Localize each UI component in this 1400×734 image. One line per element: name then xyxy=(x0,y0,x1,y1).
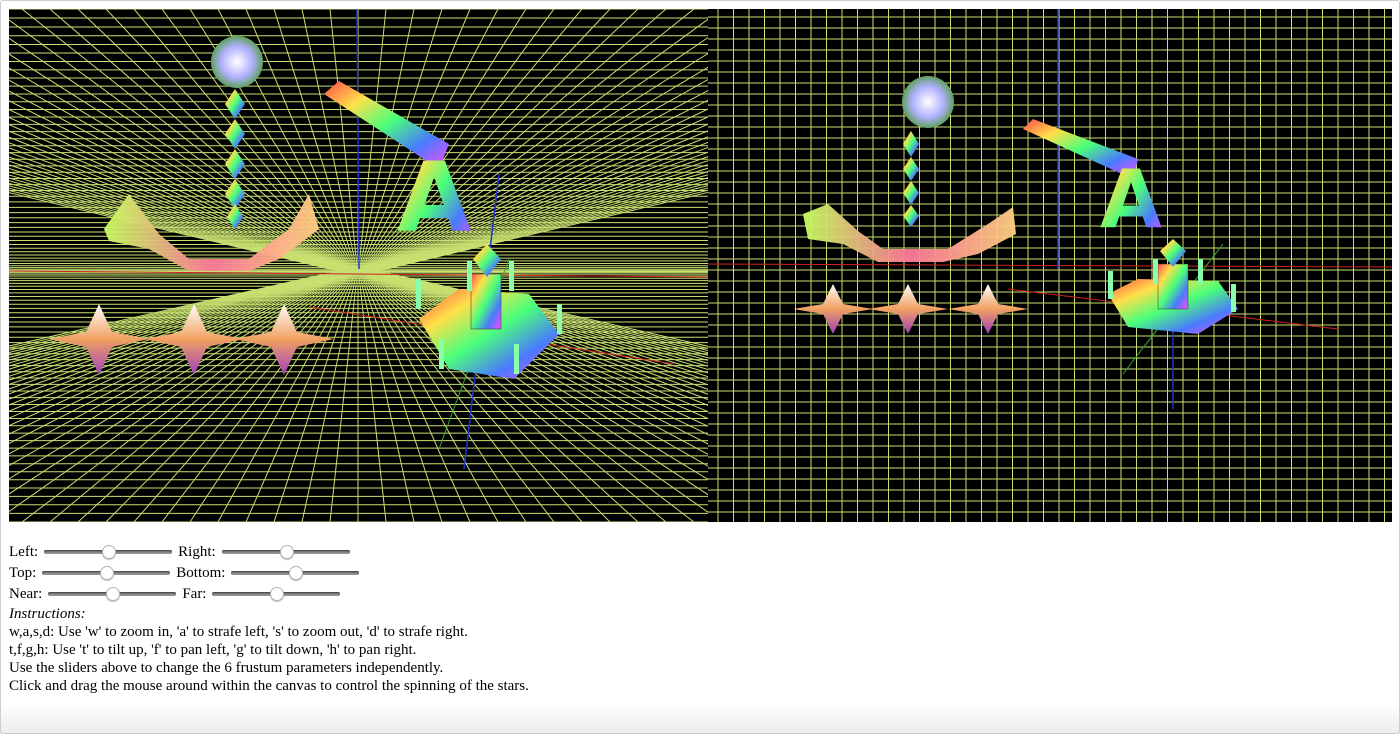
window-bottom-shade xyxy=(0,704,1400,734)
stars xyxy=(49,304,334,375)
right-slider[interactable] xyxy=(221,544,350,559)
left-slider-thumb[interactable] xyxy=(102,544,117,559)
letter-a: A xyxy=(1100,153,1162,246)
instructions-title: Instructions: xyxy=(9,606,86,622)
diamond-chain xyxy=(903,131,919,227)
instructions: Instructions: w,a,s,d: Use 'w' to zoom i… xyxy=(9,604,529,694)
near-slider[interactable] xyxy=(48,586,177,601)
orthographic-canvas[interactable]: A xyxy=(708,9,1392,522)
letter-a: A xyxy=(397,142,471,254)
left-slider[interactable] xyxy=(44,544,173,559)
near-slider-thumb[interactable] xyxy=(106,586,121,601)
bottom-slider[interactable] xyxy=(231,565,360,580)
instruction-line: Use the sliders above to change the 6 fr… xyxy=(9,660,444,676)
y-axis xyxy=(356,9,360,270)
far-slider[interactable] xyxy=(212,586,341,601)
far-label: Far: xyxy=(182,585,207,602)
bottom-label: Bottom: xyxy=(176,564,226,581)
top-label: Top: xyxy=(9,564,37,581)
instruction-line: Click and drag the mouse around within t… xyxy=(9,678,529,694)
perspective-scene: A xyxy=(9,9,708,522)
sphere xyxy=(902,76,954,128)
top-slider-thumb[interactable] xyxy=(100,565,115,580)
platform xyxy=(1108,239,1238,334)
bottom-slider-thumb[interactable] xyxy=(289,565,304,580)
instruction-line: w,a,s,d: Use 'w' to zoom in, 'a' to stra… xyxy=(9,624,468,640)
perspective-canvas[interactable]: A xyxy=(9,9,708,522)
right-label: Right: xyxy=(178,543,216,560)
top-slider[interactable] xyxy=(42,565,171,580)
orthographic-scene: A xyxy=(708,9,1392,522)
instruction-line: t,f,g,h: Use 't' to tilt up, 'f' to pan … xyxy=(9,642,417,658)
sphere xyxy=(211,36,263,88)
right-slider-thumb[interactable] xyxy=(279,544,294,559)
far-slider-thumb[interactable] xyxy=(270,586,285,601)
frustum-controls: Left: Right: Top: Bottom: Near: Far: Ins… xyxy=(9,541,529,695)
near-label: Near: xyxy=(9,585,43,602)
left-label: Left: xyxy=(9,543,39,560)
